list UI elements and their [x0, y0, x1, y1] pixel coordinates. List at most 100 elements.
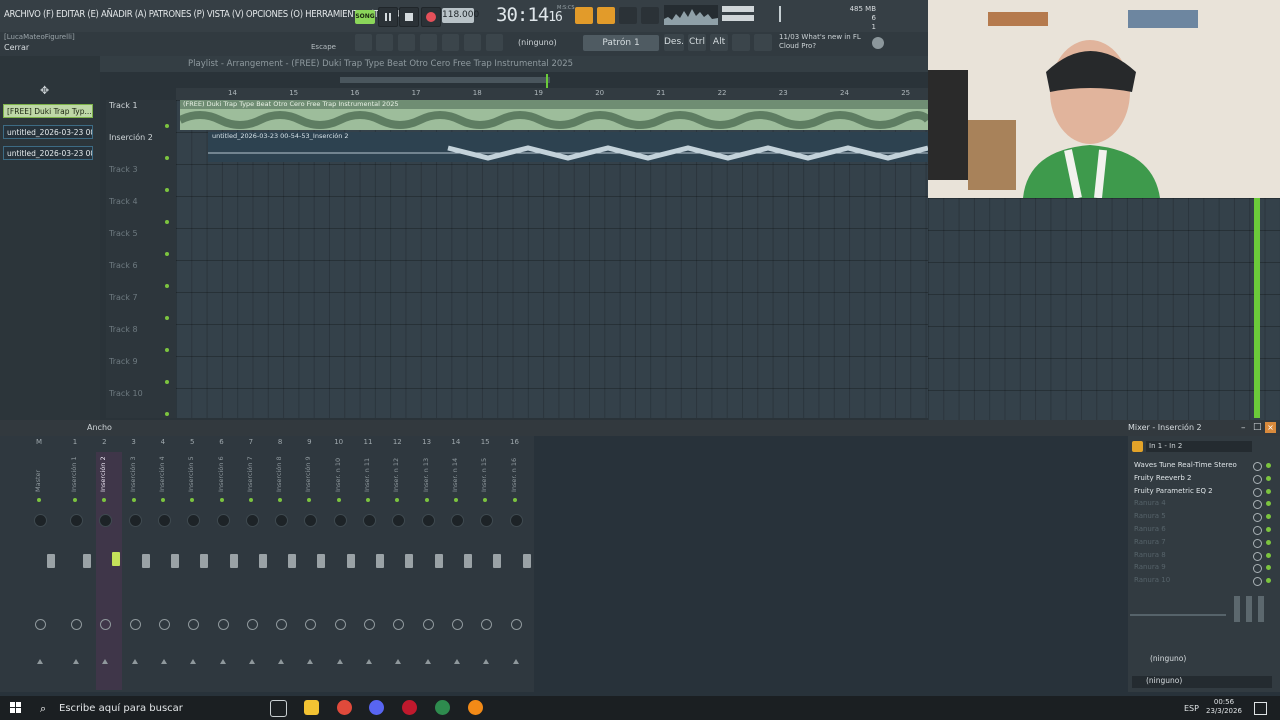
mixer-icon[interactable] — [420, 34, 437, 51]
snap-selector[interactable]: (ninguno) — [518, 38, 557, 47]
step-edit-icon[interactable] — [597, 7, 615, 24]
volume-fader[interactable] — [200, 554, 209, 568]
playlist-icon[interactable] — [355, 34, 372, 51]
output-selector-2[interactable]: (ninguno) — [1132, 676, 1272, 688]
send-arrow-icon[interactable] — [395, 659, 402, 664]
strip-name[interactable]: Inserción 9 — [304, 452, 314, 492]
track-enable-led[interactable] — [165, 284, 169, 288]
strip-enable-led[interactable] — [424, 498, 429, 502]
main-menu[interactable]: ARCHIVO (F) EDITAR (E) AÑADIR (A) PATRON… — [4, 9, 412, 20]
pan-knob[interactable] — [216, 514, 230, 527]
pan-knob[interactable] — [157, 514, 171, 527]
maximize-icon[interactable]: □ — [1253, 422, 1262, 432]
output-selector-1[interactable]: (ninguno) — [1132, 654, 1272, 666]
strip-enable-led[interactable] — [512, 498, 517, 502]
track-name[interactable]: Track 10 — [109, 389, 143, 398]
volume-fader[interactable] — [317, 554, 326, 568]
strip-name[interactable]: Inser. n 13 — [422, 452, 432, 492]
track-name[interactable]: Track 9 — [109, 357, 138, 366]
route-icon[interactable] — [158, 619, 170, 630]
strip-name[interactable]: Inserción 5 — [187, 452, 197, 492]
close-icon[interactable]: × — [1265, 422, 1276, 433]
volume-fader[interactable] — [170, 554, 179, 568]
strip-name[interactable]: Inserción 6 — [217, 452, 227, 492]
volume-fader[interactable] — [288, 554, 297, 568]
volume-fader[interactable] — [229, 554, 238, 568]
pan-knob[interactable] — [509, 514, 523, 527]
route-icon[interactable] — [451, 619, 463, 630]
route-icon[interactable] — [422, 619, 434, 630]
strip-enable-led[interactable] — [37, 498, 41, 502]
strip-name[interactable]: Inser. n 16 — [510, 452, 520, 492]
mixer-width-label[interactable]: Ancho — [87, 423, 112, 432]
send-arrow-icon[interactable] — [102, 659, 109, 664]
strip-enable-led[interactable] — [160, 498, 165, 502]
strip-name[interactable]: Inserción 7 — [246, 452, 256, 492]
track-enable-led[interactable] — [165, 412, 169, 416]
strip-name[interactable]: Inser. n 15 — [480, 452, 490, 492]
track-name[interactable]: Track 6 — [109, 261, 138, 270]
strip-enable-led[interactable] — [219, 498, 224, 502]
pan-knob[interactable] — [34, 514, 47, 527]
des-button[interactable]: Des. — [664, 34, 684, 51]
track-name[interactable]: Track 1 — [109, 101, 138, 110]
pan-knob[interactable] — [363, 514, 376, 527]
volume-fader[interactable] — [434, 554, 443, 568]
browser-move-icon[interactable]: ✥ — [40, 84, 49, 97]
send-arrow-icon[interactable] — [219, 659, 226, 664]
volume-fader[interactable] — [346, 554, 355, 568]
fx-mix-knob[interactable] — [1253, 538, 1262, 548]
alt-button[interactable]: Alt — [710, 34, 728, 51]
clock[interactable]: 00:56 23/3/2026 — [1206, 698, 1242, 716]
channel-rack-icon[interactable] — [376, 34, 393, 51]
fx-slot[interactable]: Ranura 7 — [1134, 537, 1252, 548]
strip-name[interactable]: Inserción 3 — [129, 452, 139, 492]
route-icon[interactable] — [364, 619, 375, 630]
fx-slot[interactable]: Fruity Reeverb 2 — [1134, 473, 1252, 484]
track-enable-led[interactable] — [165, 252, 169, 256]
send-arrow-icon[interactable] — [336, 659, 343, 664]
volume-fader[interactable] — [376, 554, 384, 568]
send-arrow-icon[interactable] — [483, 659, 490, 664]
master-volume-slider[interactable] — [722, 6, 754, 12]
fx-mix-knob[interactable] — [1253, 551, 1262, 561]
track-name[interactable]: Track 8 — [109, 325, 138, 334]
fl-studio-icon[interactable] — [468, 700, 483, 715]
volume-fader[interactable] — [258, 554, 267, 568]
track-enable-led[interactable] — [165, 220, 169, 224]
strip-name[interactable]: Inserción 2 — [99, 452, 109, 492]
track-enable-led[interactable] — [165, 316, 169, 320]
track-enable-led[interactable] — [165, 156, 169, 160]
pan-knob[interactable] — [275, 514, 289, 527]
strip-name[interactable]: Inser. n 12 — [392, 452, 402, 492]
strip-name[interactable]: Inserción 4 — [158, 452, 168, 492]
playhead[interactable] — [546, 74, 548, 88]
track-enable-led[interactable] — [165, 348, 169, 352]
search-icon[interactable]: ⌕ — [40, 702, 46, 716]
gear-icon[interactable] — [732, 34, 750, 51]
pan-knob[interactable] — [450, 514, 464, 527]
metronome-icon[interactable] — [641, 7, 659, 24]
strip-name[interactable]: Inserción 8 — [275, 452, 285, 492]
send-arrow-icon[interactable] — [190, 659, 197, 664]
track-enable-led[interactable] — [165, 188, 169, 192]
track-name[interactable]: Track 3 — [109, 165, 138, 174]
pan-knob[interactable] — [128, 514, 142, 527]
route-icon[interactable] — [35, 619, 46, 630]
file-explorer-icon[interactable] — [304, 700, 319, 715]
task-view-icon[interactable] — [270, 700, 287, 717]
fx-slot[interactable]: Waves Tune Real-Time Stereo — [1134, 460, 1252, 471]
fx-mix-knob[interactable] — [1253, 526, 1262, 535]
strip-enable-led[interactable] — [453, 498, 458, 502]
strip-enable-led[interactable] — [131, 498, 136, 502]
pan-knob[interactable] — [333, 514, 347, 527]
track-name[interactable]: Track 7 — [109, 293, 138, 302]
track-enable-led[interactable] — [165, 380, 169, 384]
record-button[interactable] — [421, 7, 441, 27]
fx-enable-led[interactable] — [1266, 475, 1271, 481]
browser-item[interactable]: untitled_2026-03-23 00-... — [3, 125, 93, 139]
strip-name[interactable]: Master — [34, 452, 44, 492]
language-indicator[interactable]: ESP — [1184, 704, 1199, 713]
tempo-display[interactable]: 118.000 — [442, 8, 479, 23]
fx-enable-led[interactable] — [1266, 463, 1271, 468]
